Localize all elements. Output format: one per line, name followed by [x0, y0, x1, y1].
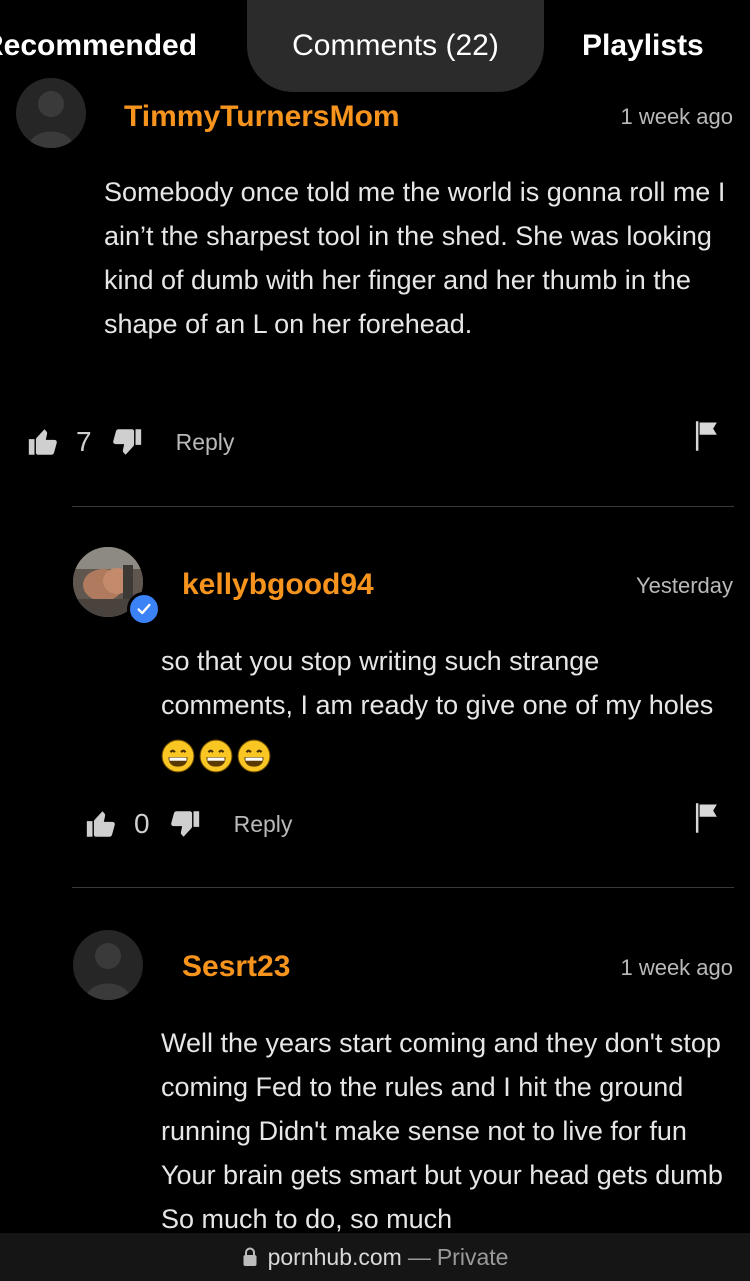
comment-actions: 0 Reply	[84, 804, 292, 844]
reply-button[interactable]: Reply	[234, 811, 293, 838]
comment-time: Yesterday	[635, 573, 733, 598]
comment-time: 1 week ago	[620, 104, 733, 129]
default-user-icon	[85, 943, 131, 1000]
comment-body: Somebody once told me the world is gonna…	[104, 177, 726, 339]
default-user-icon	[28, 91, 74, 148]
comment-body: so that you stop writing such strange co…	[161, 639, 733, 780]
url-separator: —	[407, 1243, 431, 1270]
like-count: 0	[134, 808, 150, 839]
comment-item: Sesrt23 1 week ago Well the years start …	[0, 888, 750, 1281]
browser-url-bar[interactable]: pornhub.com — Private	[0, 1233, 750, 1281]
comment-author[interactable]: kellybgood94	[182, 568, 374, 602]
thumbs-up-icon[interactable]	[26, 425, 60, 459]
comment-text: so that you stop writing such strange co…	[161, 646, 714, 720]
avatar[interactable]	[73, 930, 143, 1000]
flag-icon[interactable]	[692, 420, 722, 452]
flag-icon[interactable]	[692, 802, 722, 834]
reply-button[interactable]: Reply	[176, 429, 235, 456]
comment-body: Well the years start coming and they don…	[161, 1028, 723, 1234]
lock-icon	[243, 1247, 257, 1266]
grinning-face-emoji-icon	[237, 739, 271, 773]
grinning-face-emoji-icon	[199, 739, 233, 773]
comment-author[interactable]: Sesrt23	[182, 950, 290, 984]
thumbs-down-icon[interactable]	[110, 425, 144, 459]
thumbs-down-icon[interactable]	[168, 807, 202, 841]
comment-time: 1 week ago	[620, 955, 733, 980]
like-count: 7	[76, 426, 92, 457]
private-mode-label: Private	[436, 1243, 509, 1270]
grinning-face-emoji-icon	[161, 739, 195, 773]
comment-item: TimmyTurnersMom 1 week ago Somebody once…	[0, 0, 750, 506]
comment-item: kellybgood94 Yesterday so that you stop …	[0, 507, 750, 887]
verified-badge-icon	[127, 592, 161, 626]
comment-actions: 7 Reply	[26, 422, 234, 462]
comment-author[interactable]: TimmyTurnersMom	[124, 100, 400, 134]
thumbs-up-icon[interactable]	[84, 807, 118, 841]
url-domain: pornhub.com	[267, 1243, 402, 1270]
avatar[interactable]	[16, 78, 86, 148]
